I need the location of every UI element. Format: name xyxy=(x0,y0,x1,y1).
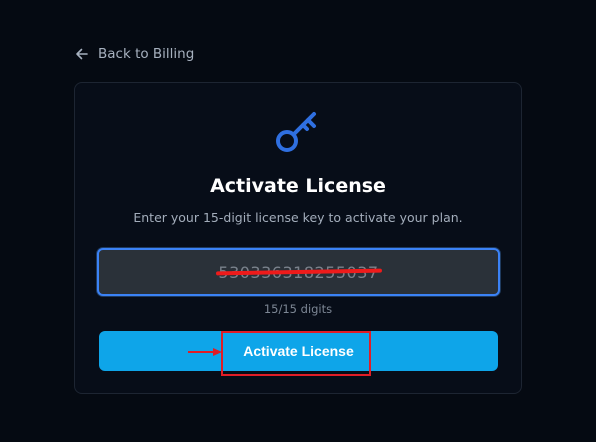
back-link-label: Back to Billing xyxy=(98,46,195,62)
activate-license-button[interactable]: Activate License xyxy=(99,331,498,371)
activate-license-card: Activate License Enter your 15-digit lic… xyxy=(74,82,522,394)
back-to-billing-link[interactable]: Back to Billing xyxy=(75,46,194,62)
arrow-left-icon xyxy=(76,48,88,60)
page-title: Activate License xyxy=(210,175,386,197)
digit-counter: 15/15 digits xyxy=(263,302,333,316)
license-key-field[interactable] xyxy=(97,248,500,296)
annotation-arrow-icon xyxy=(188,348,222,356)
key-icon xyxy=(276,112,316,152)
page-subtitle: Enter your 15-digit license key to activ… xyxy=(133,210,463,225)
